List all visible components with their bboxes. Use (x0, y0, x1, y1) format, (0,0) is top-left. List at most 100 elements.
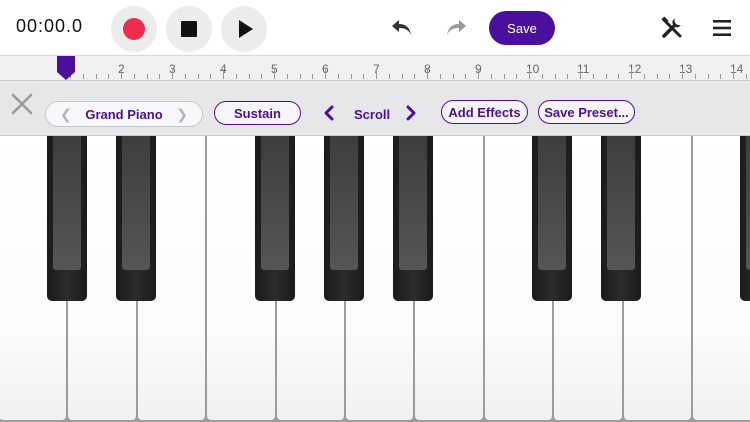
ruler-tick (414, 74, 416, 79)
ruler-tick (133, 74, 135, 79)
ruler-tick (694, 74, 696, 79)
ruler-tick (631, 69, 632, 79)
ruler-tick (376, 69, 377, 79)
ruler-tick (745, 74, 747, 79)
instrument-control-bar: ❮ Grand Piano ❯ Sustain Scroll Add Effec… (0, 80, 750, 136)
save-button[interactable]: Save (489, 11, 555, 45)
ruler-tick (618, 74, 620, 79)
black-key-face (261, 136, 289, 270)
playhead-marker[interactable] (57, 56, 75, 80)
ruler-tick (146, 74, 148, 79)
scroll-label: Scroll (354, 107, 391, 122)
undo-icon (392, 20, 411, 35)
top-toolbar: 00:00.0 Save (0, 0, 750, 55)
ruler-tick (503, 74, 505, 79)
black-key[interactable] (255, 136, 295, 301)
ruler-tick (172, 69, 173, 79)
ruler-tick (159, 74, 161, 79)
ruler-tick (274, 69, 275, 79)
ruler-number: 12 (628, 62, 642, 76)
ruler-number: 11 (577, 62, 590, 76)
ruler-tick (541, 74, 543, 79)
tools-icon (661, 16, 682, 38)
ruler-tick (95, 74, 97, 79)
ruler-tick (299, 74, 301, 79)
black-key[interactable] (116, 136, 156, 301)
scroll-right-icon[interactable] (405, 105, 417, 121)
tools-button[interactable] (658, 14, 686, 42)
ruler-tick (235, 74, 237, 79)
ruler-tick (427, 69, 428, 79)
ruler-tick (363, 74, 365, 79)
ruler-tick (388, 74, 390, 79)
close-icon[interactable] (9, 91, 35, 117)
ruler-tick (605, 74, 607, 79)
black-key-face (53, 136, 81, 270)
undo-button[interactable] (388, 14, 416, 42)
piano-keyboard[interactable] (0, 136, 750, 422)
timeline-ruler[interactable]: 2 3 4 5 6 7 8 9 10 11 12 13 14 (0, 55, 750, 81)
sustain-button[interactable]: Sustain (214, 101, 301, 125)
record-icon (123, 18, 145, 40)
black-key[interactable] (47, 136, 87, 301)
black-key-face (330, 136, 358, 270)
ruler-number: 10 (526, 62, 540, 76)
ruler-tick (516, 74, 518, 79)
ruler-tick (223, 69, 224, 79)
ruler-number: 13 (679, 62, 693, 76)
redo-button[interactable] (442, 14, 470, 42)
black-key[interactable] (393, 136, 433, 301)
ruler-tick (261, 74, 263, 79)
ruler-tick (682, 69, 683, 79)
save-preset-button[interactable]: Save Preset... (538, 100, 635, 124)
play-icon (239, 20, 253, 38)
ruler-tick (108, 74, 110, 79)
ruler-tick (478, 69, 479, 79)
ruler-tick (490, 74, 492, 79)
ruler-tick (592, 74, 594, 79)
black-key-face (399, 136, 427, 270)
ruler-tick (452, 74, 454, 79)
black-key-face (607, 136, 635, 270)
ruler-tick (656, 74, 658, 79)
black-key[interactable] (324, 136, 364, 301)
ruler-tick (733, 69, 734, 79)
ruler-tick (580, 69, 581, 79)
menu-button[interactable] (708, 14, 736, 42)
chevron-right-icon[interactable]: ❯ (176, 106, 188, 123)
ruler-tick (184, 74, 186, 79)
scroll-left-icon[interactable] (323, 105, 335, 121)
black-key[interactable] (740, 136, 750, 301)
black-key-face (746, 136, 750, 270)
black-key[interactable] (601, 136, 641, 301)
ruler-tick (210, 74, 212, 79)
ruler-tick (325, 69, 326, 79)
ruler-tick (439, 74, 441, 79)
ruler-tick (554, 74, 556, 79)
black-key-face (538, 136, 566, 270)
ruler-tick (720, 74, 722, 79)
ruler-tick (707, 74, 709, 79)
ruler-tick (529, 69, 530, 79)
black-key-face (122, 136, 150, 270)
ruler-tick (401, 74, 403, 79)
ruler-tick (669, 74, 671, 79)
record-button[interactable] (111, 6, 157, 52)
black-key[interactable] (532, 136, 572, 301)
stop-icon (181, 21, 197, 37)
ruler-tick (465, 74, 467, 79)
ruler-number: 14 (730, 62, 744, 76)
ruler-tick (121, 69, 122, 79)
stop-button[interactable] (166, 6, 212, 52)
redo-icon (447, 20, 466, 35)
ruler-tick (643, 74, 645, 79)
ruler-tick (567, 74, 569, 79)
ruler-tick (286, 74, 288, 79)
ruler-tick (350, 74, 352, 79)
ruler-tick (312, 74, 314, 79)
add-effects-button[interactable]: Add Effects (441, 100, 528, 124)
hamburger-menu-icon (713, 20, 731, 36)
instrument-selector[interactable]: ❮ Grand Piano ❯ (45, 101, 203, 127)
ruler-tick (197, 74, 199, 79)
play-button[interactable] (221, 6, 267, 52)
